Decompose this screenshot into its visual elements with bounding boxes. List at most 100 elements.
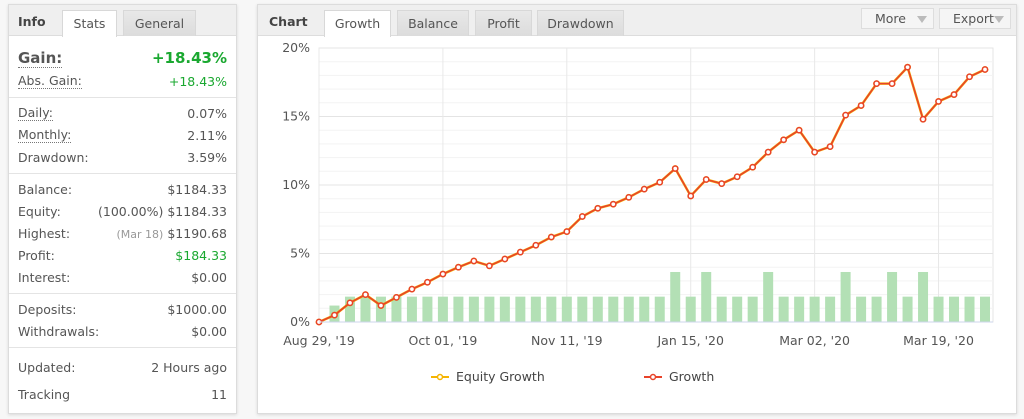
bar [980,296,990,322]
legend: Equity Growth Growth [431,369,714,384]
growth-point [981,66,989,73]
growth-point [950,91,958,98]
x-tick-label: Oct 01, '19 [409,333,478,348]
growth-point [331,311,338,319]
bar [515,296,526,322]
bar [809,296,820,322]
bar [887,271,898,322]
growth-point [687,192,695,200]
bar [499,296,510,322]
bar [453,296,464,322]
bar [546,296,557,322]
bar [949,296,960,322]
growth-point [640,185,648,193]
legend-growth-label: Growth [669,369,714,384]
growth-point [733,173,741,181]
growth-point [532,241,540,249]
bar [918,271,929,322]
growth-point [408,285,416,293]
growth-point [501,255,509,263]
bar [608,296,619,322]
bar [360,296,371,322]
growth-point [935,98,942,105]
growth-point [455,263,462,271]
legend-growth-marker [649,373,657,381]
bar [592,296,603,322]
y-tick-label: 5% [290,246,310,261]
growth-point [671,165,679,172]
growth-point [656,178,664,186]
x-tick-label: Nov 11, '19 [531,333,603,348]
bar [623,296,634,322]
growth-point [547,233,555,241]
bar [561,296,572,322]
growth-point [594,204,602,212]
growth-point [439,270,447,278]
growth-point [826,143,834,150]
bar [701,271,712,322]
bar [763,271,774,322]
bar [437,296,448,322]
bar [902,296,913,322]
growth-point [857,102,865,109]
growth-chart: 0% 5% 10% 15% 20% Aug 29, '19 Oct 01, '19 Nov 1… [282,40,994,384]
growth-point [966,73,973,81]
growth-point [563,228,571,235]
y-tick-label: 0% [290,314,310,329]
y-tick-label: 20% [282,40,310,55]
growth-point [842,111,849,119]
bar [670,271,681,322]
bar [794,296,805,322]
bar [654,296,665,322]
bar [871,296,882,322]
bar [375,296,386,322]
bar [840,271,851,322]
bar [732,296,743,322]
bar [964,296,975,322]
growth-point [346,299,354,307]
growth-point [919,115,927,123]
bar [530,296,541,322]
growth-point [393,293,400,301]
legend-equity-growth-label: Equity Growth [456,369,545,384]
bar [933,296,944,322]
legend-equity-growth-marker [436,373,444,381]
bar [406,296,417,322]
growth-point [377,302,385,309]
x-tick-label: Mar 02, '20 [779,333,850,348]
growth-point [749,163,757,171]
growth-line [318,65,986,323]
growth-point [424,278,431,286]
bar [747,296,758,322]
y-tick-label: 10% [282,177,310,192]
bar [716,296,727,322]
growth-point [873,80,880,87]
growth-point [795,126,803,134]
growth-point [578,213,586,220]
growth-point [718,180,726,187]
bar [639,296,650,322]
bar [778,296,789,322]
legend-growth[interactable]: Growth [644,369,714,384]
growth-point [780,136,788,144]
x-tick-label: Jan 15, '20 [657,333,724,348]
growth-point [904,63,911,71]
growth-point [362,291,369,298]
legend-equity-growth[interactable]: Equity Growth [431,369,545,384]
growth-point [811,148,818,156]
bar [825,296,836,322]
growth-point [888,80,896,87]
growth-point [516,248,524,256]
growth-point [764,148,772,156]
x-tick-label: Mar 19, '20 [903,333,974,348]
bar [685,296,696,322]
growth-point [609,200,617,208]
x-tick-label: Aug 29, '19 [283,333,355,348]
growth-point [486,262,493,270]
bar [422,296,433,322]
bar [856,296,867,322]
bar [577,296,588,322]
bar [468,296,479,322]
y-tick-label: 15% [282,109,310,124]
growth-point [470,257,478,265]
